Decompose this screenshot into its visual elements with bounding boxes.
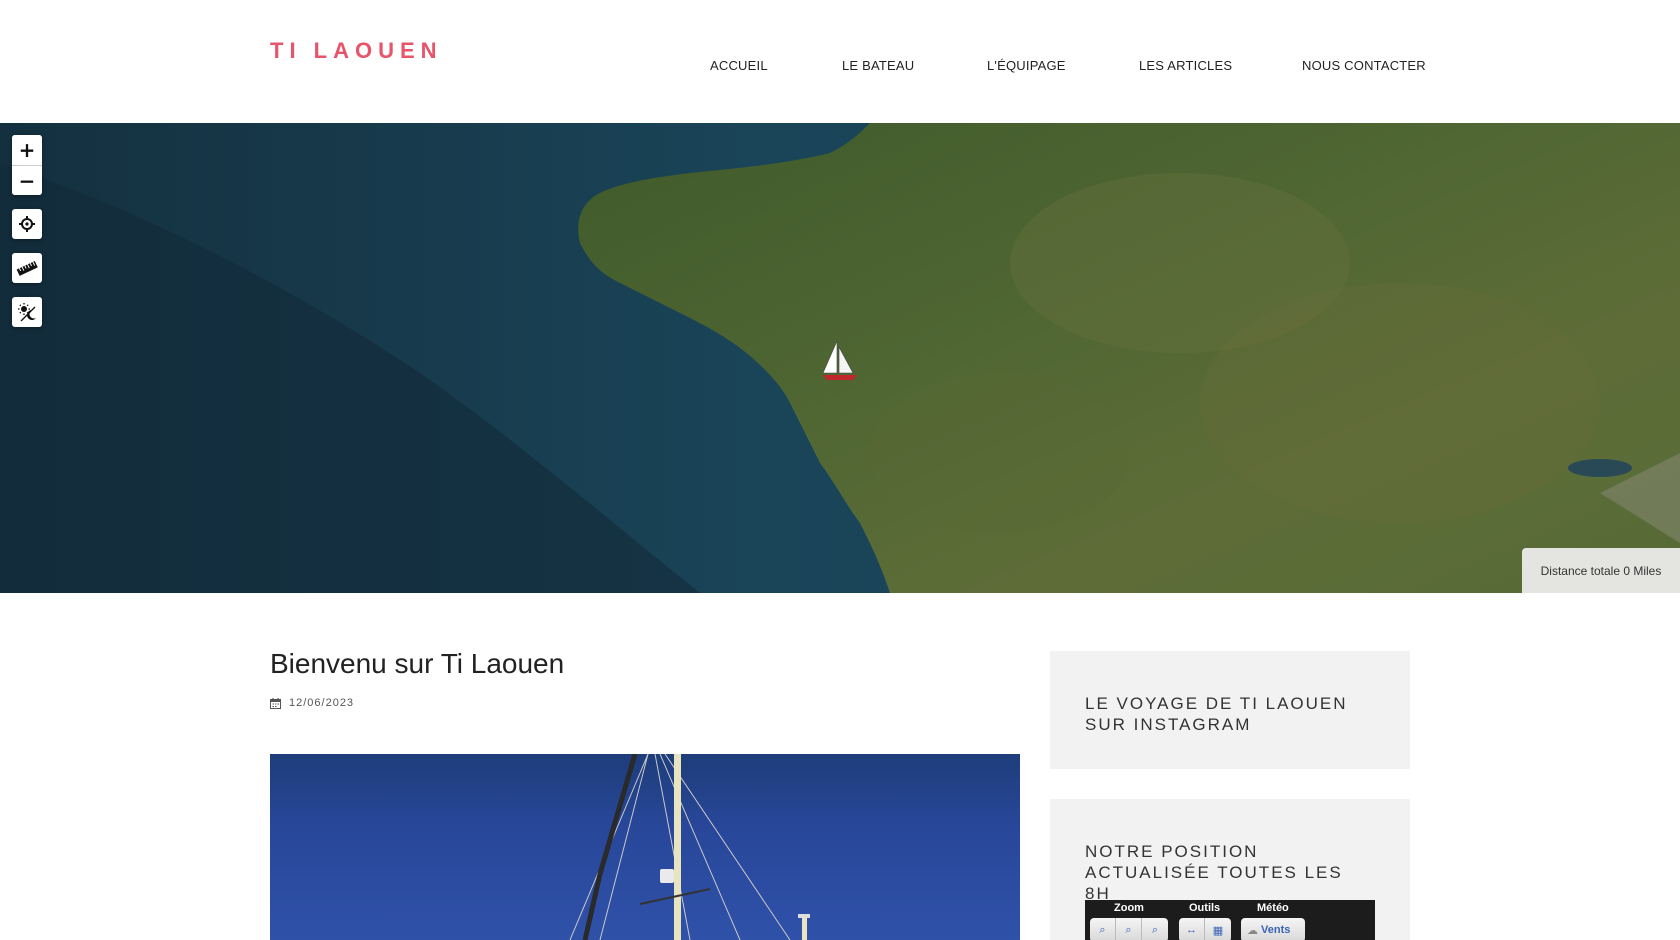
embed-grid-icon[interactable]: ▦: [1205, 918, 1231, 940]
embed-weather-label: Météo: [1257, 902, 1289, 914]
instagram-widget-title: LE VOYAGE DE TI LAOUEN SUR INSTAGRAM: [1085, 694, 1348, 734]
day-night-button[interactable]: [12, 297, 42, 327]
zoom-in-button[interactable]: +: [12, 135, 42, 165]
sailboat-mast-image: [569, 754, 810, 940]
sun-moon-icon: [18, 303, 36, 322]
wind-icon: ☁: [1247, 924, 1258, 937]
embed-zoom-out-icon[interactable]: ⌕: [1090, 918, 1116, 940]
crosshair-icon: [19, 216, 35, 232]
nav-item-le-bateau[interactable]: LE BATEAU: [842, 58, 914, 73]
zoom-out-button[interactable]: −: [12, 165, 42, 195]
embed-tools-label: Outils: [1189, 902, 1221, 914]
post-featured-image[interactable]: [270, 754, 1020, 940]
nav-item-accueil[interactable]: ACCUEIL: [710, 58, 768, 73]
post-title[interactable]: Bienvenu sur Ti Laouen: [270, 648, 564, 680]
position-widget-title: NOTRE POSITION ACTUALISÉE TOUTES LES 8H: [1085, 842, 1343, 903]
locate-button[interactable]: [12, 209, 42, 239]
instagram-widget: LE VOYAGE DE TI LAOUEN SUR INSTAGRAM: [1050, 651, 1410, 769]
nav-item-contact[interactable]: NOUS CONTACTER: [1302, 58, 1426, 73]
post-meta: 12/06/2023: [270, 697, 354, 709]
embed-tools-toolbar: ↔ ▦: [1179, 918, 1231, 940]
post-date: 12/06/2023: [289, 697, 355, 709]
embed-zoom-reset-icon[interactable]: ⌕: [1116, 918, 1142, 940]
ruler-icon: [16, 261, 38, 276]
embed-measure-icon[interactable]: ↔: [1179, 918, 1205, 940]
calendar-icon: [270, 697, 281, 709]
boat-marker-icon[interactable]: [819, 339, 861, 383]
embed-zoom-toolbar: ⌕ ⌕ ⌕: [1090, 918, 1168, 940]
nav-item-articles[interactable]: LES ARTICLES: [1139, 58, 1232, 73]
embed-vents-button[interactable]: ☁ Vents: [1241, 918, 1305, 940]
measure-button[interactable]: [12, 253, 42, 283]
nav-item-equipage[interactable]: L'ÉQUIPAGE: [987, 58, 1066, 73]
position-widget: NOTRE POSITION ACTUALISÉE TOUTES LES 8H …: [1050, 799, 1410, 940]
map-controls: + −: [12, 135, 42, 327]
embed-zoom-label: Zoom: [1114, 902, 1144, 914]
position-map-embed[interactable]: Zoom Outils Météo ⌕ ⌕ ⌕ ↔ ▦ ☁ Vents: [1085, 900, 1375, 940]
distance-panel: Distance totale 0 Miles: [1522, 548, 1680, 593]
zoom-control: + −: [12, 135, 42, 195]
embed-vents-label: Vents: [1261, 924, 1291, 936]
satellite-map[interactable]: + − Distance totale 0 Miles: [0, 123, 1680, 593]
main-nav: ACCUEIL LE BATEAU L'ÉQUIPAGE LES ARTICLE…: [0, 58, 1680, 78]
site-header: TI LAOUEN ACCUEIL LE BATEAU L'ÉQUIPAGE L…: [0, 0, 1680, 123]
embed-zoom-in-icon[interactable]: ⌕: [1142, 918, 1168, 940]
